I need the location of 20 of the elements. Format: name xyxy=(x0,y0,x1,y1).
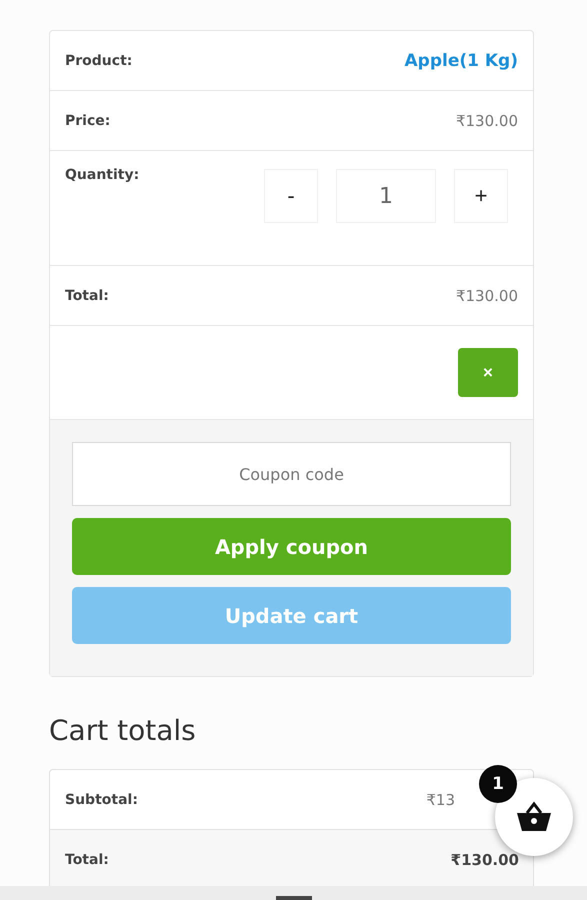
price-value: ₹130.00 xyxy=(456,112,518,130)
row-label: Quantity: xyxy=(65,167,140,183)
section-title: Cart totals xyxy=(49,714,197,747)
row-label: Product: xyxy=(65,52,132,68)
row-label: Total: xyxy=(65,288,109,304)
quantity-field[interactable]: 1 xyxy=(336,169,436,223)
row-label: Price: xyxy=(65,112,110,128)
price-value: ₹130.00 xyxy=(456,286,518,304)
price-value: ₹130.00 xyxy=(450,850,519,868)
remove-button[interactable]: × xyxy=(458,348,518,397)
scroll-handle xyxy=(276,896,312,900)
product-link[interactable]: Apple(1 Kg) xyxy=(404,50,518,70)
row-label: Subtotal: xyxy=(65,792,138,808)
increase-button[interactable]: + xyxy=(454,169,508,223)
coupon-field[interactable]: Coupon code xyxy=(72,442,511,506)
apply-coupon-button[interactable]: Apply coupon xyxy=(72,518,511,575)
row-label: Total: xyxy=(65,852,109,868)
decrease-button[interactable]: - xyxy=(264,169,318,223)
basket-icon xyxy=(515,801,553,833)
price-value: ₹13 xyxy=(426,790,455,808)
